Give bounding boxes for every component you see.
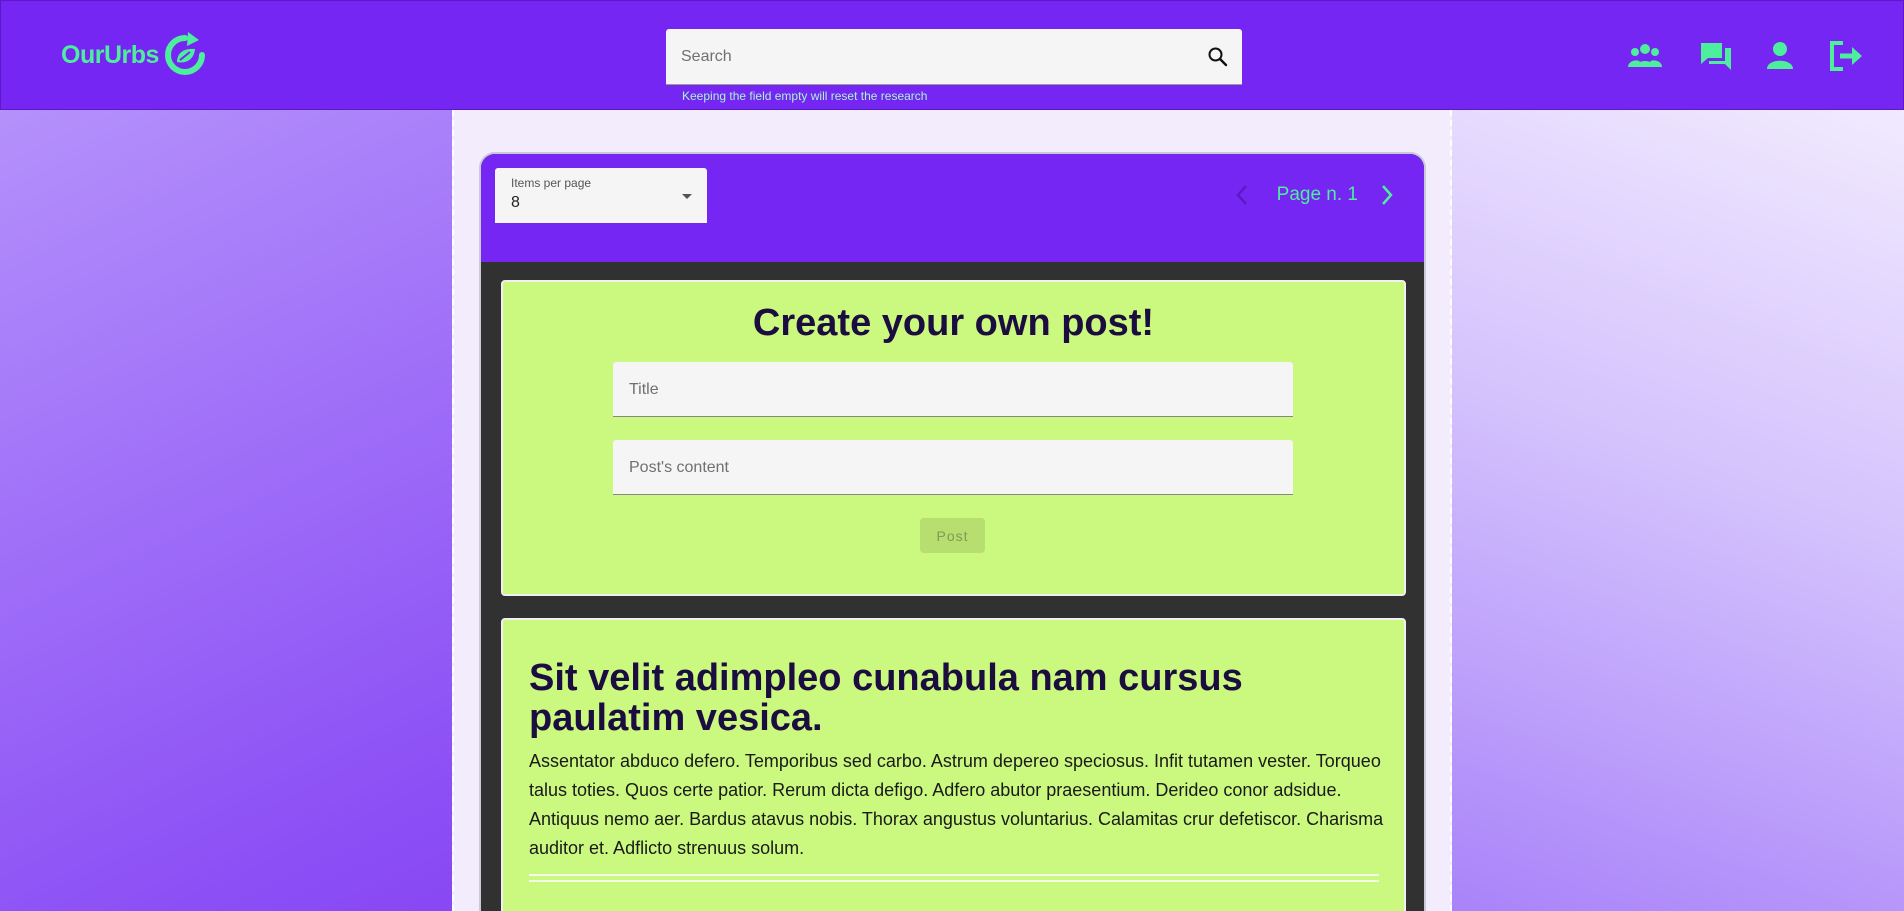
logout-icon[interactable]: [1828, 39, 1864, 73]
page-indicator: Page n. 1: [1276, 184, 1358, 205]
divider: [529, 874, 1379, 876]
search-field[interactable]: [666, 29, 1242, 85]
items-per-page-value: 8: [511, 194, 520, 211]
previous-page-button[interactable]: [1227, 180, 1257, 210]
content-field[interactable]: [613, 440, 1293, 495]
chat-icon[interactable]: [1698, 39, 1734, 73]
create-post-panel: Create your own post! Post: [501, 280, 1406, 596]
pager: Page n. 1: [1227, 180, 1402, 210]
chevron-right-icon: [1382, 185, 1393, 205]
content-input[interactable]: [629, 440, 1269, 495]
search-icon[interactable]: [1206, 45, 1230, 69]
profile-icon[interactable]: [1762, 39, 1798, 73]
chevron-left-icon: [1235, 185, 1247, 205]
next-page-button[interactable]: [1372, 180, 1402, 210]
create-post-heading: Create your own post!: [752, 302, 1155, 344]
community-icon[interactable]: [1627, 39, 1663, 73]
items-per-page-label: Items per page: [511, 176, 592, 190]
dropdown-caret-icon: [682, 194, 692, 199]
post-title: Sit velit adimpleo cunabula nam cursus p…: [529, 657, 1243, 739]
title-input[interactable]: [629, 362, 1269, 417]
logo[interactable]: OurUrbs: [61, 32, 207, 78]
top-app-bar: OurUrbs Keeping the field empty will res…: [0, 0, 1904, 110]
post-item: Sit velit adimpleo cunabula nam cursus p…: [501, 618, 1406, 911]
post-button[interactable]: Post: [920, 518, 985, 553]
post-body: Assentator abduco defero. Temporibus sed…: [529, 751, 1384, 858]
divider: [529, 880, 1379, 882]
title-field[interactable]: [613, 362, 1293, 417]
leaf-cycle-icon: [164, 32, 205, 75]
search-input[interactable]: [681, 29, 1181, 85]
search-hint: Keeping the field empty will reset the r…: [682, 89, 928, 103]
background-right: [1452, 110, 1904, 911]
items-per-page-select[interactable]: Items per page 8: [495, 168, 707, 223]
posts-card: Items per page 8 Page n. 1 Create your o…: [479, 152, 1426, 911]
app-name: OurUrbs: [61, 40, 159, 69]
pagination-bar: Items per page 8 Page n. 1: [481, 154, 1424, 262]
